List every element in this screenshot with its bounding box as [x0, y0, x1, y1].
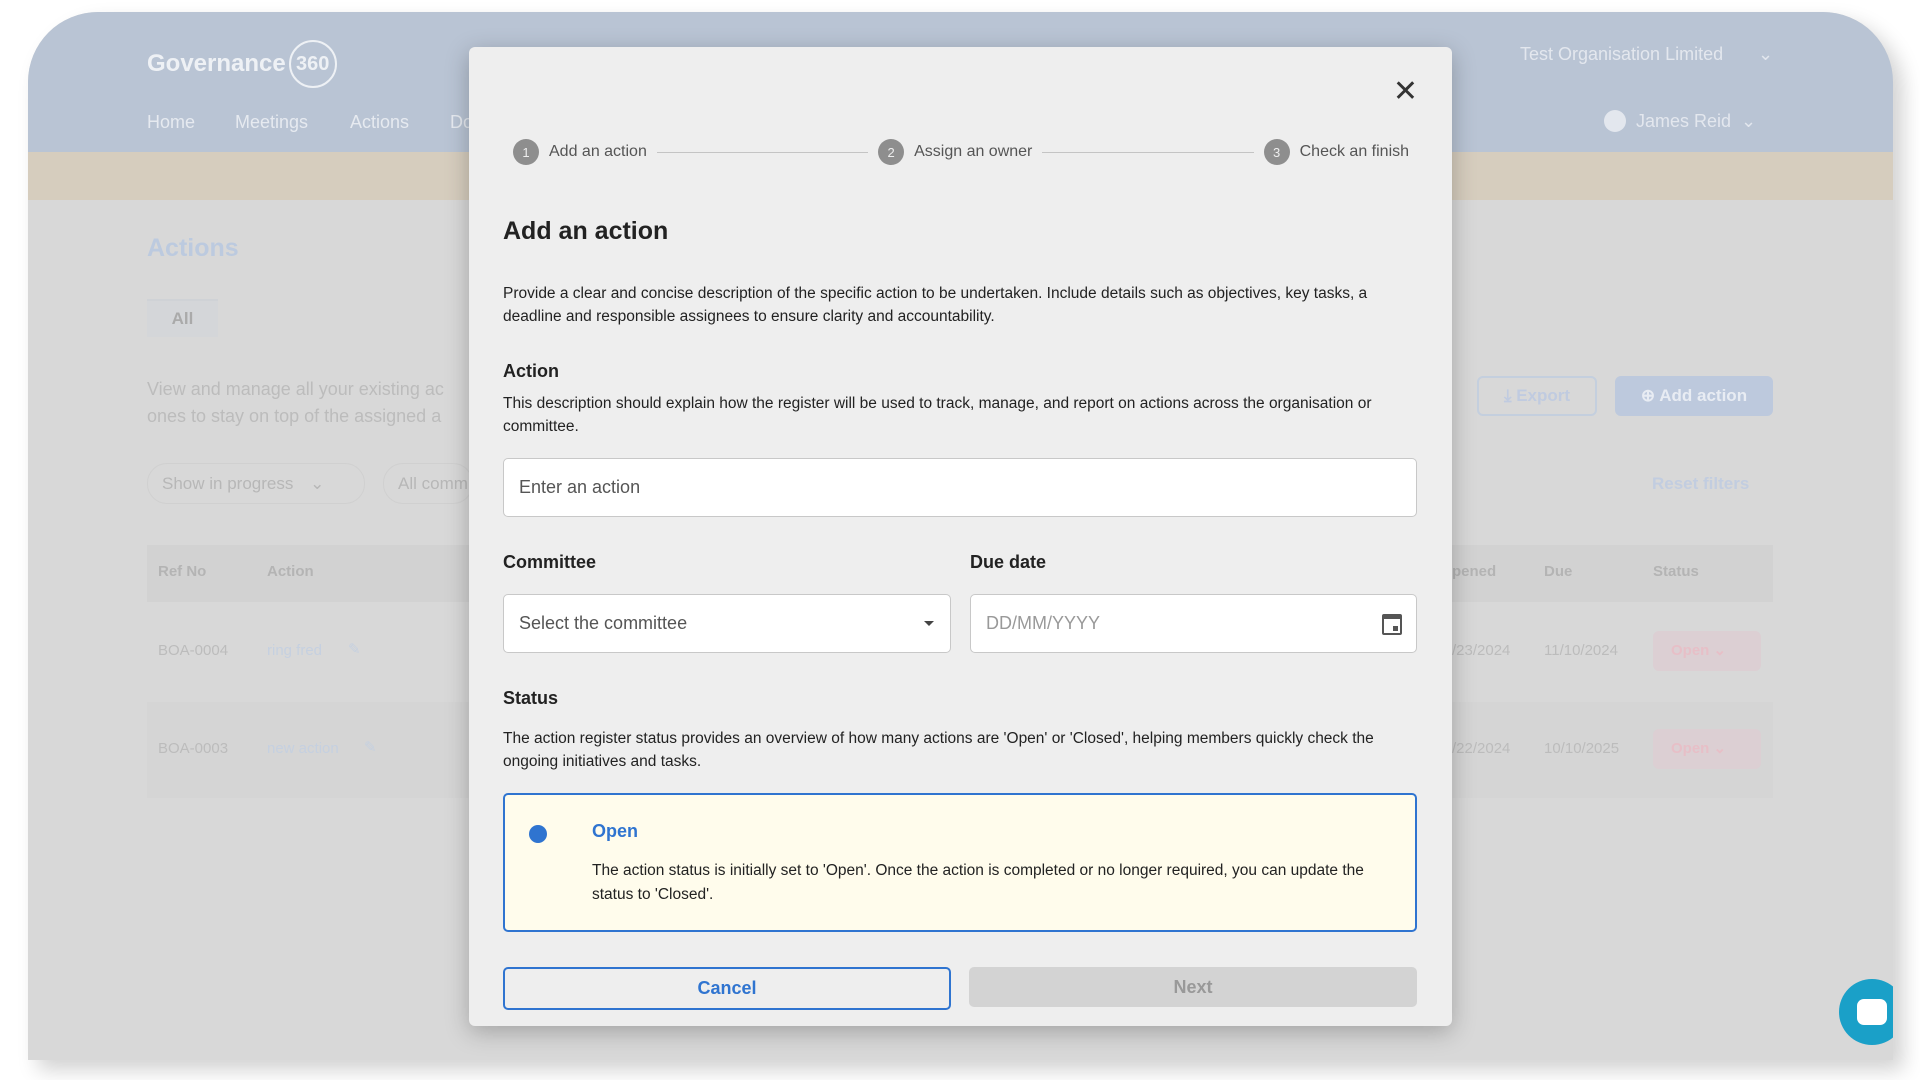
due-cell: 10/10/2025 — [1544, 740, 1620, 757]
page-title: Actions — [147, 234, 239, 262]
status-dropdown[interactable]: Open ⌄ — [1653, 729, 1761, 769]
status-option-description: The action status is initially set to 'O… — [592, 862, 1364, 903]
ref-cell: BOA-0003 — [158, 740, 229, 757]
add-action-modal: ✕ 1 Add an action 2 Assign an owner 3 Check… — [469, 47, 1452, 1026]
status-help: The action register status provides an o… — [503, 730, 1374, 770]
logo[interactable]: Governance 360 — [147, 40, 337, 88]
action-input[interactable]: Enter an action — [503, 458, 1417, 517]
progress-filter[interactable]: Show in progress ⌄ — [147, 463, 365, 504]
due-cell: 11/10/2024 — [1544, 642, 1618, 659]
action-link[interactable]: new action — [267, 740, 339, 757]
user-icon — [1604, 110, 1626, 132]
chevron-down-icon: ⌄ — [310, 474, 325, 493]
chat-button[interactable] — [1839, 979, 1893, 1045]
user-name: James Reid — [1636, 110, 1732, 131]
close-icon[interactable]: ✕ — [1393, 77, 1418, 107]
status-dropdown[interactable]: Open ⌄ — [1653, 631, 1761, 671]
export-button[interactable]: ⤓ Export — [1477, 376, 1597, 416]
due-date-label: Due date — [970, 552, 1047, 572]
col-due: Due — [1544, 563, 1573, 580]
committee-select[interactable]: Select the committee — [503, 594, 951, 653]
col-action: Action — [267, 563, 314, 580]
pencil-icon[interactable]: ✎ — [348, 640, 361, 658]
cancel-button[interactable]: Cancel — [503, 967, 951, 1010]
action-link[interactable]: ring fred — [267, 642, 322, 659]
organisation-selector[interactable]: Test Organisation Limited — [1520, 44, 1723, 65]
action-help: This description should explain how the … — [503, 395, 1372, 435]
download-icon: ⤓ — [1503, 386, 1517, 405]
col-ref: Ref No — [158, 563, 207, 580]
col-opened: pened — [1452, 563, 1497, 580]
committee-label: Committee — [503, 552, 597, 572]
opened-cell: /23/2024 — [1452, 642, 1511, 659]
nav-actions[interactable]: Actions — [350, 112, 409, 133]
nav-home[interactable]: Home — [147, 112, 195, 133]
logo-badge: 360 — [288, 40, 337, 88]
status-option-label: Open — [592, 821, 639, 841]
status-label: Status — [503, 688, 559, 708]
page-description: View and manage all your existing ac ones… — [147, 379, 444, 426]
plus-circle-icon: ⊕ — [1640, 386, 1660, 405]
step-3: 3 Check an finish — [1263, 139, 1409, 165]
status-option-open[interactable]: Open The action status is initially set … — [503, 793, 1417, 932]
radio-selected-icon[interactable] — [529, 825, 547, 843]
tab-all[interactable]: All — [147, 299, 218, 337]
chat-bubble-icon — [1857, 999, 1887, 1025]
caret-down-icon — [924, 621, 934, 626]
ref-cell: BOA-0004 — [158, 642, 229, 659]
due-date-input[interactable]: DD/MM/YYYY — [970, 594, 1417, 653]
add-action-button[interactable]: ⊕ Add action — [1615, 376, 1773, 416]
step-2: 2 Assign an owner — [878, 139, 1032, 165]
committee-filter[interactable]: All comm — [383, 463, 473, 504]
chevron-down-icon: ⌄ — [1741, 110, 1757, 131]
modal-intro: Provide a clear and concise description … — [503, 285, 1368, 325]
pencil-icon[interactable]: ✎ — [364, 738, 377, 756]
reset-filters-link[interactable]: Reset filters — [1652, 474, 1749, 494]
next-button[interactable]: Next — [969, 967, 1417, 1007]
col-status: Status — [1653, 563, 1699, 580]
logo-text: Governance — [147, 50, 286, 77]
opened-cell: /22/2024 — [1452, 740, 1511, 757]
calendar-icon[interactable] — [1382, 614, 1402, 635]
action-label: Action — [503, 361, 559, 381]
user-menu[interactable]: James Reid ⌄ — [1604, 110, 1756, 132]
step-connector — [656, 151, 869, 153]
stepper: 1 Add an action 2 Assign an owner 3 Check a… — [513, 139, 1409, 165]
step-connector — [1042, 151, 1254, 153]
nav-meetings[interactable]: Meetings — [235, 112, 308, 133]
chevron-down-icon: ⌄ — [1758, 44, 1774, 64]
step-1: 1 Add an action — [513, 139, 647, 165]
modal-title: Add an action — [503, 217, 669, 245]
